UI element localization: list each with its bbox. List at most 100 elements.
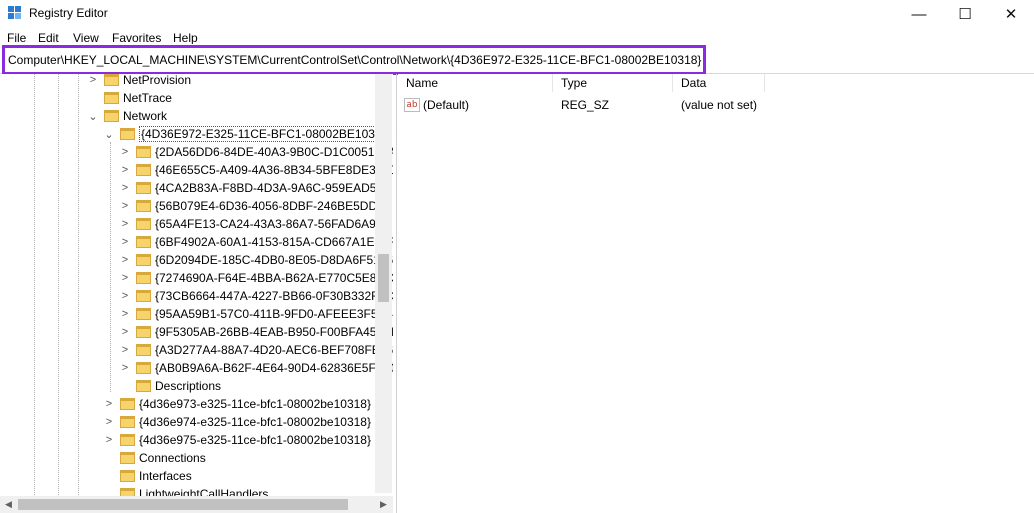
string-value-icon: ab [404,98,420,112]
chevron-right-icon[interactable]: > [120,287,130,305]
chevron-right-icon[interactable]: > [120,143,130,161]
chevron-right-icon[interactable]: > [88,74,98,89]
tree-item-label: {7274690A-F64E-4BBA-B62A-E770C5E8B23 [155,271,393,285]
menu-favorites[interactable]: Favorites [112,31,161,45]
chevron-right-icon[interactable]: > [120,269,130,287]
chevron-right-icon[interactable]: > [120,215,130,233]
tree-item-subkey[interactable]: > {2DA56DD6-84DE-40A3-9B0C-D1C005121A [120,143,393,161]
tree-item-label: {AB0B9A6A-B62F-4E64-90D4-62836E5FE50 [155,361,393,375]
folder-icon [120,452,135,464]
tree-item-label: {4d36e973-e325-11ce-bfc1-08002be10318} [139,397,371,411]
tree-item-sibling-key[interactable]: > {4d36e974-e325-11ce-bfc1-08002be10318} [104,413,371,431]
tree-item-subkey[interactable]: > {4CA2B83A-F8BD-4D3A-9A6C-959EAD549 [120,179,390,197]
chevron-down-icon[interactable]: ⌄ [104,125,114,143]
close-button[interactable]: ✕ [988,0,1034,28]
chevron-right-icon[interactable]: > [120,251,130,269]
tree-item-sibling-key[interactable]: > {4d36e973-e325-11ce-bfc1-08002be10318} [104,395,371,413]
folder-icon [120,434,135,446]
key-tree: > NetProvision NetTrace ⌄ Network ⌄ {4D3… [0,74,393,513]
chevron-right-icon[interactable]: > [120,179,130,197]
window-title: Registry Editor [29,6,108,20]
folder-icon [120,470,135,482]
tree-guide-line [110,142,111,392]
column-header-data[interactable]: Data [673,74,765,92]
tree-item-label: {56B079E4-6D36-4056-8DBF-246BE5DD4D2 [155,199,393,213]
tree-item-subkey[interactable]: > {7274690A-F64E-4BBA-B62A-E770C5E8B23 [120,269,393,287]
minimize-button[interactable]: — [896,0,942,28]
chevron-right-icon[interactable]: > [120,197,130,215]
tree-item-label: {73CB6664-447A-4227-BB66-0F30B332F0C [155,289,393,303]
pane-splitter[interactable] [396,74,397,513]
tree-item-subkey[interactable]: > {46E655C5-A409-4A36-8B34-5BFE8DE324D [120,161,393,179]
chevron-right-icon[interactable]: > [120,341,130,359]
tree-item-netprovision[interactable]: > NetProvision [88,74,191,89]
tree-item-label: {46E655C5-A409-4A36-8B34-5BFE8DE324D [155,163,393,177]
chevron-right-icon[interactable]: > [104,413,114,431]
folder-icon [136,362,151,374]
folder-icon [136,236,151,248]
tree-item-subkey[interactable]: > {95AA59B1-57C0-411B-9FD0-AFEEE3F57B4 [120,305,393,323]
folder-icon [104,110,119,122]
tree-item-subkey[interactable]: > {6BF4902A-60A1-4153-815A-CD667A1E38F [120,233,393,251]
folder-icon [136,290,151,302]
folder-icon [136,254,151,266]
title-bar: Registry Editor — ☐ ✕ [0,0,1034,28]
chevron-right-icon[interactable]: > [120,359,130,377]
tree-item-interfaces[interactable]: Interfaces [120,467,192,485]
folder-icon [136,308,151,320]
tree-item-sibling-key[interactable]: > {4d36e975-e325-11ce-bfc1-08002be10318} [104,431,371,449]
address-input[interactable]: Computer\HKEY_LOCAL_MACHINE\SYSTEM\Curre… [2,45,706,75]
scroll-right-icon[interactable]: ▶ [380,499,387,510]
registry-editor-icon [8,6,21,19]
value-row[interactable]: ab (Default) [404,96,469,114]
tree-item-label: {4d36e974-e325-11ce-bfc1-08002be10318} [139,415,371,429]
tree-item-selected-key[interactable]: ⌄ {4D36E972-E325-11CE-BFC1-08002BE10318} [104,125,393,143]
tree-vertical-scrollbar[interactable] [375,74,392,493]
tree-item-subkey[interactable]: > {73CB6664-447A-4227-BB66-0F30B332F0C [120,287,393,305]
tree-horizontal-scrollbar[interactable]: ◀ ▶ [0,496,393,513]
tree-item-subkey[interactable]: > {6D2094DE-185C-4DB0-8E05-D8DA6F5156 [120,251,393,269]
tree-item-descriptions[interactable]: Descriptions [136,377,221,395]
chevron-right-icon[interactable]: > [120,233,130,251]
tree-item-subkey[interactable]: > {56B079E4-6D36-4056-8DBF-246BE5DD4D2 [120,197,393,215]
tree-item-subkey[interactable]: > {A3D277A4-88A7-4D20-AEC6-BEF708FE86 [120,341,393,359]
scrollbar-thumb[interactable] [18,499,348,510]
tree-guide-line [34,74,35,513]
folder-icon [136,380,151,392]
tree-guide-line [58,74,59,513]
tree-item-subkey[interactable]: > {9F5305AB-26BB-4EAB-B950-F00BFA451ED [120,323,393,341]
folder-icon [136,146,151,158]
tree-item-label: NetProvision [123,74,192,87]
tree-item-label: {6D2094DE-185C-4DB0-8E05-D8DA6F5156 [155,253,393,267]
chevron-down-icon[interactable]: ⌄ [88,107,98,125]
scrollbar-thumb[interactable] [378,254,389,302]
chevron-right-icon[interactable]: > [104,395,114,413]
tree-item-label: Network [123,109,168,123]
scroll-left-icon[interactable]: ◀ [5,499,12,510]
tree-item-label: {6BF4902A-60A1-4153-815A-CD667A1E38F [155,235,393,249]
chevron-right-icon[interactable]: > [120,161,130,179]
tree-item-label: Interfaces [139,469,192,483]
tree-item-label: {95AA59B1-57C0-411B-9FD0-AFEEE3F57B4 [155,307,393,321]
tree-item-subkey[interactable]: > {AB0B9A6A-B62F-4E64-90D4-62836E5FE50 [120,359,393,377]
menu-view[interactable]: View [73,31,99,45]
folder-icon [136,326,151,338]
value-type: REG_SZ [561,98,610,112]
column-header-type[interactable]: Type [553,74,673,92]
menu-help[interactable]: Help [173,31,198,45]
column-header-name[interactable]: Name [398,74,553,92]
tree-guide-line [78,74,79,513]
tree-item-label: {4d36e975-e325-11ce-bfc1-08002be10318} [139,433,371,447]
tree-item-connections[interactable]: Connections [120,449,206,467]
folder-icon [136,200,151,212]
tree-item-network[interactable]: ⌄ Network [88,107,167,125]
chevron-right-icon[interactable]: > [104,431,114,449]
menu-edit[interactable]: Edit [38,31,59,45]
chevron-right-icon[interactable]: > [120,323,130,341]
tree-item-label: {4CA2B83A-F8BD-4D3A-9A6C-959EAD549 [155,181,390,195]
tree-item-subkey[interactable]: > {65A4FE13-CA24-43A3-86A7-56FAD6A9B3 [120,215,391,233]
tree-item-nettrace[interactable]: NetTrace [104,89,172,107]
menu-file[interactable]: File [7,31,26,45]
chevron-right-icon[interactable]: > [120,305,130,323]
maximize-button[interactable]: ☐ [942,0,988,28]
